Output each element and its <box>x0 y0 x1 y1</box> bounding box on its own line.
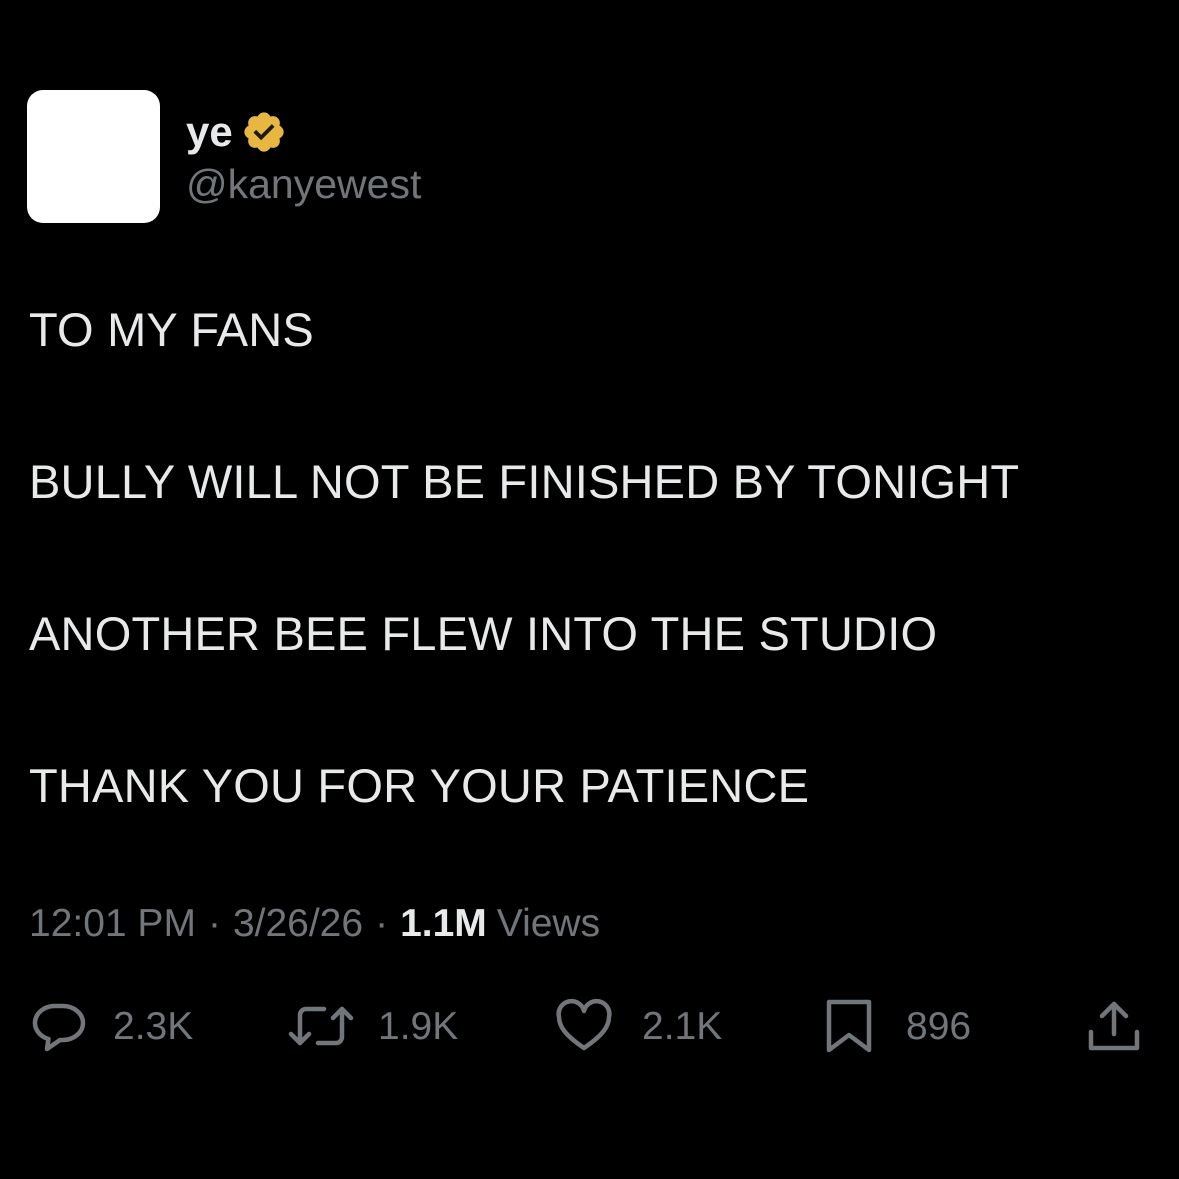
tweet-line-2: BULLY WILL NOT BE FINISHED BY TONIGHT <box>29 455 1020 508</box>
repost-count: 1.9K <box>378 1004 459 1048</box>
bookmark-count: 896 <box>906 1004 972 1048</box>
repost-button[interactable]: 1.9K <box>288 998 458 1054</box>
meta-separator: · <box>207 902 221 945</box>
like-count: 2.1K <box>642 1004 723 1048</box>
meta-separator: · <box>375 902 389 945</box>
views-count: 1.1M <box>400 902 487 945</box>
share-button[interactable] <box>1086 998 1142 1054</box>
heart-icon <box>554 997 614 1055</box>
reply-count: 2.3K <box>113 1004 194 1048</box>
display-name[interactable]: ye <box>186 111 233 153</box>
like-button[interactable]: 2.1K <box>554 998 722 1054</box>
repost-arrows-icon <box>288 997 354 1055</box>
tweet-line-4: THANK YOU FOR YOUR PATIENCE <box>29 759 810 812</box>
speech-bubble-icon <box>29 997 87 1055</box>
bookmark-icon <box>822 997 876 1055</box>
share-upload-icon <box>1086 1001 1142 1058</box>
tweet-date[interactable]: 3/26/26 <box>233 900 363 948</box>
views-label: Views <box>496 902 601 945</box>
tweet-time[interactable]: 12:01 PM <box>29 900 196 948</box>
reply-button[interactable]: 2.3K <box>29 998 193 1054</box>
tweet-meta: 12:01 PM · 3/26/26 · 1.1M Views <box>29 900 600 948</box>
tweet-line-1: TO MY FANS <box>29 303 314 356</box>
author-handle[interactable]: @kanyewest <box>186 160 421 208</box>
author-name-row: ye <box>186 104 287 160</box>
verified-badge-icon[interactable] <box>241 109 287 155</box>
tweet-line-3: ANOTHER BEE FLEW INTO THE STUDIO <box>29 607 938 660</box>
bookmark-button[interactable]: 896 <box>822 998 971 1054</box>
avatar[interactable] <box>27 90 160 223</box>
